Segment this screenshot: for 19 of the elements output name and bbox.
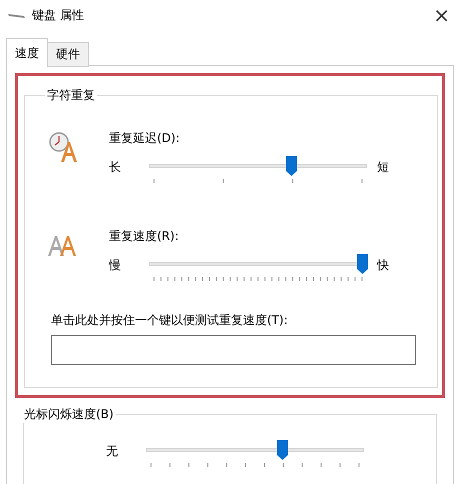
slider-thumb[interactable] bbox=[357, 254, 368, 274]
window-title: 键盘 属性 bbox=[32, 6, 85, 24]
close-button[interactable]: × bbox=[431, 3, 452, 27]
slider-min-label: 长 bbox=[109, 159, 122, 175]
slider-thumb[interactable] bbox=[277, 440, 288, 460]
slider-thumb[interactable] bbox=[286, 156, 298, 176]
group-title: 字符重复 bbox=[46, 87, 96, 104]
tab[interactable]: 硬件 bbox=[47, 42, 89, 67]
slider-label: 重复速度(R): bbox=[109, 228, 180, 245]
keyboard-icon bbox=[8, 11, 26, 19]
tab[interactable]: 速度 bbox=[6, 38, 48, 67]
slider-min-label: 慢 bbox=[109, 257, 122, 273]
slider-max-label: 快 bbox=[377, 257, 389, 273]
field-label: 单击此处并按住一个键以便测试重复速度(T): bbox=[51, 312, 289, 329]
slider-max-label: 短 bbox=[377, 159, 389, 175]
slider-label: 重复延迟(D): bbox=[109, 130, 181, 147]
slider-min-label: 无 bbox=[106, 443, 119, 459]
input-field[interactable] bbox=[51, 335, 416, 365]
group-title: 光标闪烁速度(B) bbox=[23, 406, 115, 423]
